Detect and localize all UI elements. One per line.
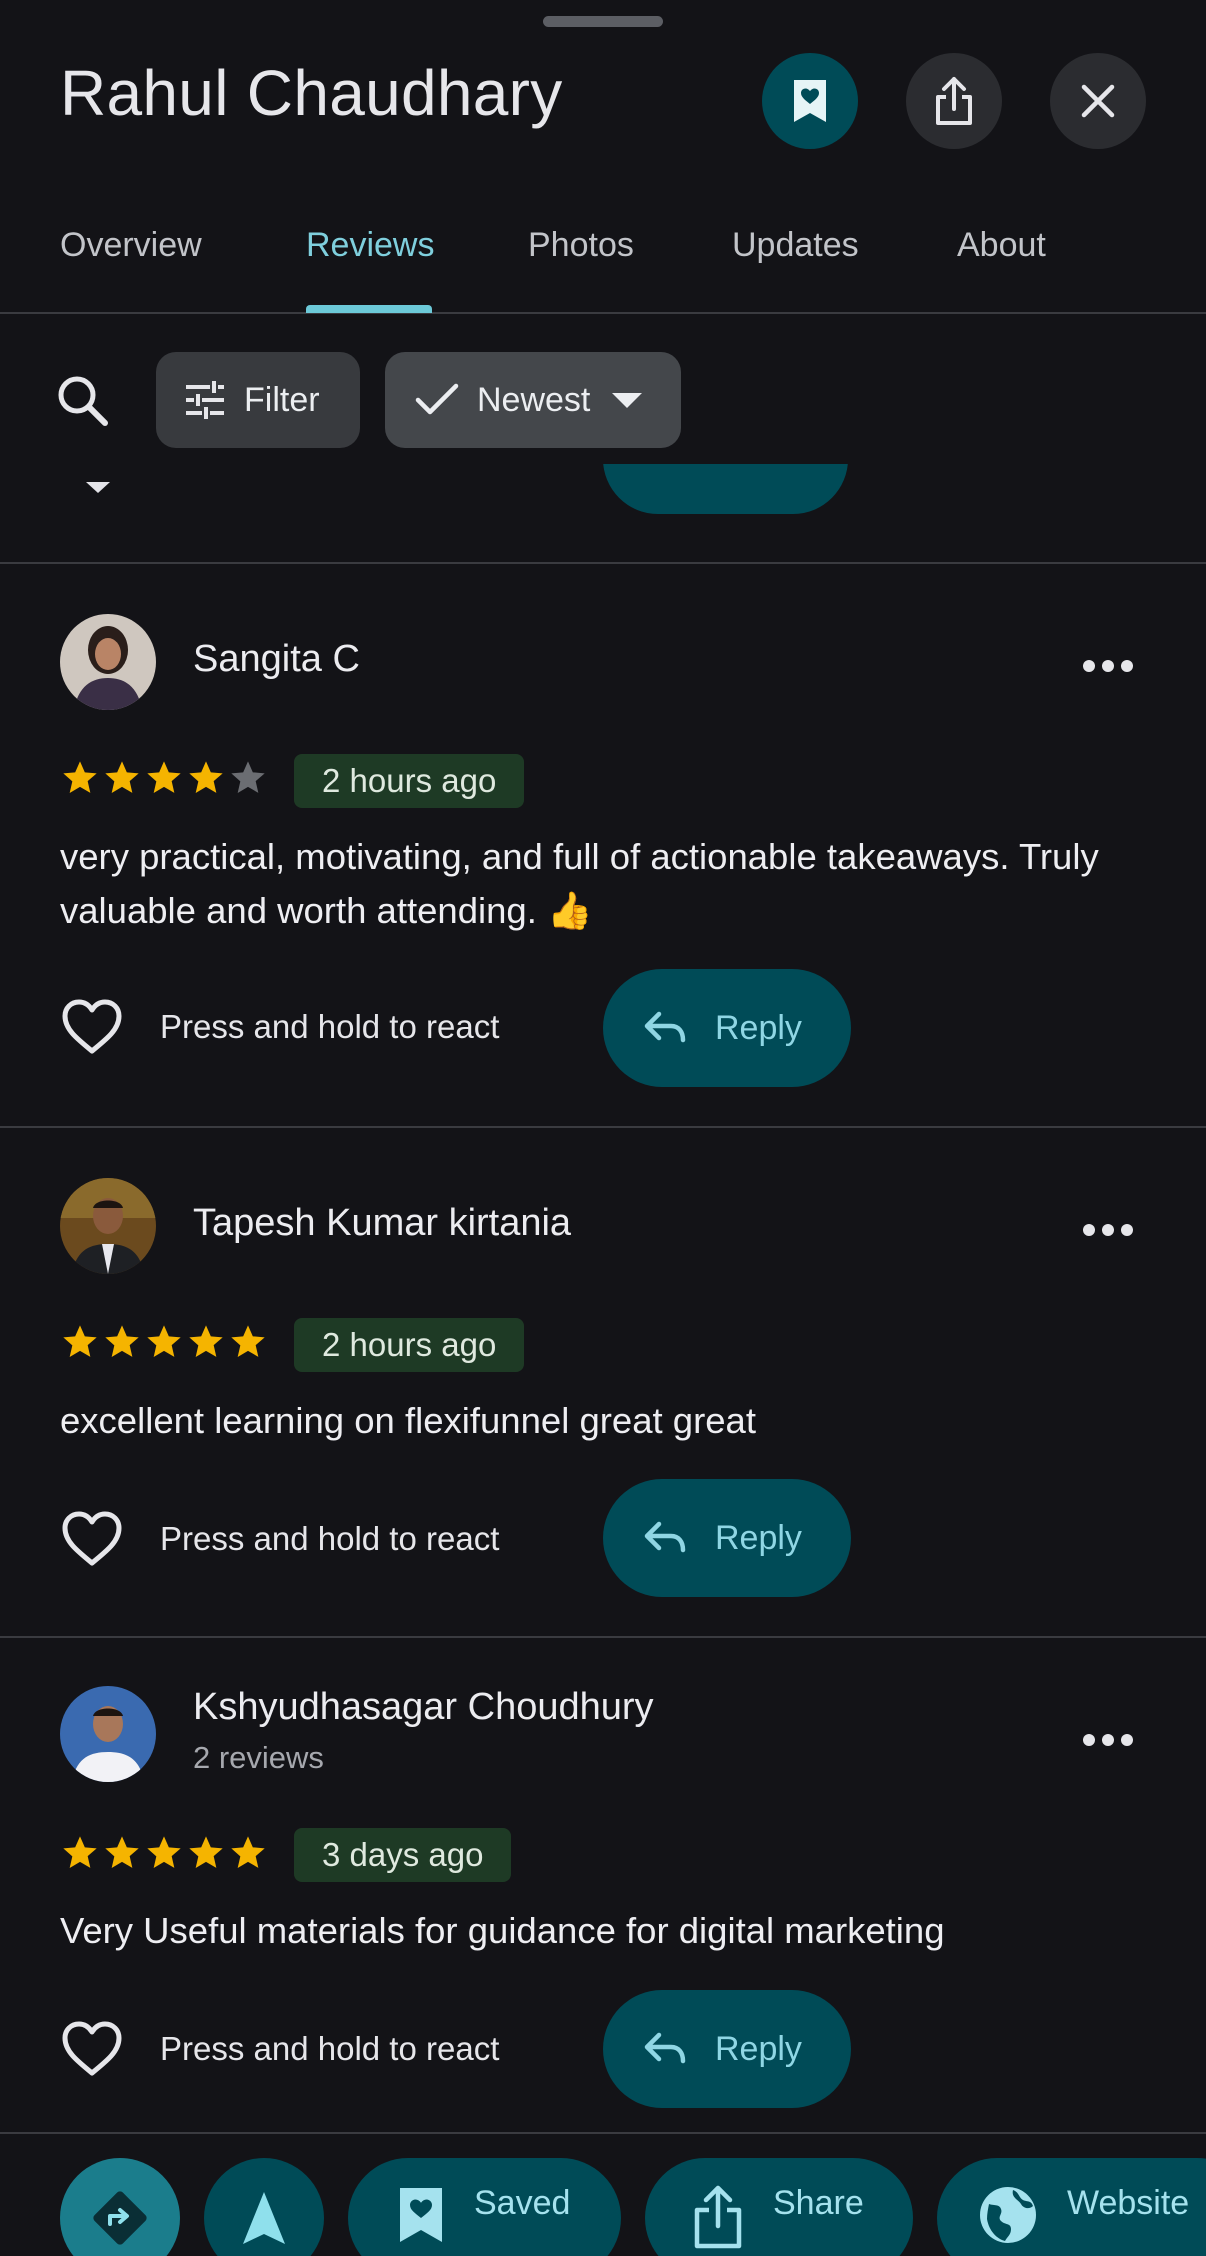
review-text: Very Useful materials for guidance for d… [60, 1910, 945, 1951]
star-icon [63, 761, 97, 793]
more-options-icon[interactable] [1083, 1734, 1133, 1746]
share-label: Share [773, 2184, 864, 2222]
react-button[interactable]: Press and hold to react [60, 2020, 499, 2078]
star-icon [147, 1836, 181, 1868]
reviewer-name[interactable]: Tapesh Kumar kirtania [193, 1202, 571, 1245]
share-button[interactable] [906, 53, 1002, 149]
star-icon [231, 1836, 265, 1868]
share-icon [936, 77, 972, 125]
react-button[interactable]: Press and hold to react [60, 998, 499, 1056]
reply-icon [644, 1011, 686, 1043]
bookmark-heart-icon [400, 2188, 442, 2242]
star-icon [63, 1325, 97, 1357]
more-options-icon[interactable] [1083, 660, 1133, 672]
page-title: Rahul Chaudhary [60, 57, 563, 129]
star-icon [147, 761, 181, 793]
website-label: Website [1067, 2184, 1190, 2222]
partial-reply-button[interactable] [603, 464, 848, 514]
review-time-badge: 3 days ago [294, 1828, 512, 1882]
reply-icon [644, 1521, 686, 1553]
share-icon [694, 2185, 742, 2249]
reply-label: Reply [715, 1008, 802, 1047]
directions-icon [93, 2191, 147, 2245]
sort-label: Newest [477, 380, 591, 419]
directions-button[interactable] [60, 2158, 180, 2256]
saved-button[interactable]: Saved [348, 2158, 621, 2256]
avatar[interactable] [60, 1686, 156, 1782]
bookmark-heart-icon [794, 80, 826, 122]
tab-reviews[interactable]: Reviews [306, 226, 434, 265]
reply-button[interactable]: Reply [603, 1479, 851, 1597]
sheet-drag-handle[interactable] [543, 16, 663, 27]
filter-label: Filter [244, 380, 320, 419]
avatar[interactable] [60, 614, 156, 710]
heart-outline-icon [62, 1511, 122, 1566]
star-icon [189, 1836, 223, 1868]
saved-label: Saved [474, 2184, 571, 2222]
react-label: Press and hold to react [160, 1008, 500, 1045]
active-tab-indicator [306, 305, 432, 313]
reply-button[interactable]: Reply [603, 1990, 851, 2108]
save-button[interactable] [762, 53, 858, 149]
close-icon [1081, 84, 1115, 118]
review-time-badge: 2 hours ago [294, 754, 525, 808]
reply-label: Reply [715, 2029, 802, 2068]
reviewer-review-count: 2 reviews [193, 1740, 324, 1775]
reviewer-name[interactable]: Kshyudhasagar Choudhury [193, 1686, 654, 1729]
star-rating [60, 758, 268, 798]
close-button[interactable] [1050, 53, 1146, 149]
review-item: Sangita C 2 hours ago very practical, mo… [0, 564, 1206, 1128]
review-item: Tapesh Kumar kirtania 2 hours ago excell… [0, 1128, 1206, 1638]
place-sheet: Rahul Chaudhary Overview Reviews Photos … [0, 0, 1206, 2256]
reply-icon [644, 2032, 686, 2064]
expand-caret-icon[interactable] [86, 482, 110, 493]
reply-button[interactable]: Reply [603, 969, 851, 1087]
more-options-icon[interactable] [1083, 1224, 1133, 1236]
tab-about[interactable]: About [957, 226, 1046, 265]
heart-outline-icon [62, 999, 122, 1054]
previous-review-partial [0, 464, 1206, 564]
tab-bar: Overview Reviews Photos Updates About [0, 200, 1206, 314]
filter-button[interactable]: Filter [156, 352, 360, 448]
react-label: Press and hold to react [160, 2030, 500, 2067]
star-icon [105, 1325, 139, 1357]
react-label: Press and hold to react [160, 1520, 500, 1557]
star-empty-icon [231, 761, 265, 793]
star-icon [189, 761, 223, 793]
check-icon [415, 383, 459, 415]
star-icon [105, 761, 139, 793]
share-place-button[interactable]: Share [645, 2158, 913, 2256]
dropdown-arrow-icon [612, 393, 643, 408]
review-text: very practical, motivating, and full of … [60, 836, 1099, 931]
reviewer-name[interactable]: Sangita C [193, 638, 360, 681]
tune-icon [186, 381, 224, 419]
review-text: excellent learning on flexifunnel great … [60, 1400, 756, 1441]
avatar[interactable] [60, 1178, 156, 1274]
star-icon [231, 1325, 265, 1357]
reviews-toolbar: Filter Newest [0, 314, 1206, 464]
reply-label: Reply [715, 1518, 802, 1557]
bottom-action-bar: Saved Share Website [0, 2134, 1206, 2256]
star-rating [60, 1833, 268, 1873]
star-icon [189, 1325, 223, 1357]
react-button[interactable]: Press and hold to react [60, 1510, 499, 1568]
review-time-badge: 2 hours ago [294, 1318, 525, 1372]
tab-photos[interactable]: Photos [528, 226, 634, 265]
search-icon[interactable] [54, 372, 112, 430]
tab-overview[interactable]: Overview [60, 226, 202, 265]
globe-icon [980, 2187, 1036, 2243]
website-button[interactable]: Website [937, 2158, 1206, 2256]
star-icon [147, 1325, 181, 1357]
sort-dropdown[interactable]: Newest [385, 352, 681, 448]
star-icon [63, 1836, 97, 1868]
star-rating [60, 1322, 268, 1362]
tab-updates[interactable]: Updates [732, 226, 859, 265]
star-icon [105, 1836, 139, 1868]
heart-outline-icon [62, 2021, 122, 2076]
review-item: Kshyudhasagar Choudhury 2 reviews 3 days… [0, 1638, 1206, 2134]
navigation-arrow-icon [243, 2192, 285, 2244]
start-navigation-button[interactable] [204, 2158, 324, 2256]
